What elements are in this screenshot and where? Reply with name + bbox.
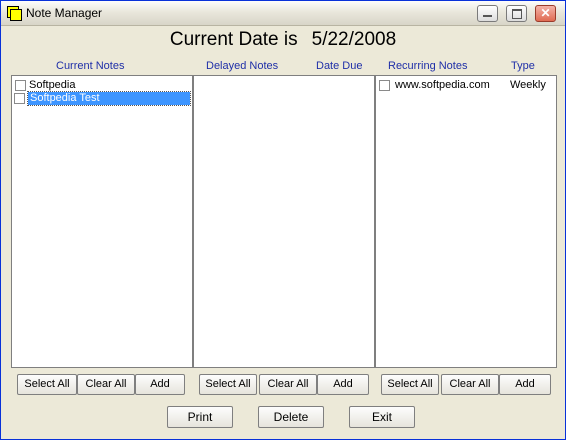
delayed-add-button[interactable]: Add <box>317 374 369 395</box>
recurring-checkbox[interactable] <box>379 80 390 91</box>
current-date-value: 5/22/2008 <box>311 29 397 50</box>
delayed-select-all-button[interactable]: Select All <box>199 374 257 395</box>
recurring-select-all-button[interactable]: Select All <box>381 374 439 395</box>
maximize-button[interactable] <box>506 5 527 22</box>
delayed-notes-list[interactable] <box>193 75 375 368</box>
list-item[interactable]: www.softpedia.com Weekly <box>378 79 554 92</box>
list-item-selected[interactable]: Softpedia Test <box>14 91 191 106</box>
list-item[interactable]: Softpedia <box>14 79 190 92</box>
delayed-notes-header: Delayed Notes <box>206 60 279 72</box>
notes-app-icon <box>7 6 22 21</box>
minimize-button[interactable] <box>477 5 498 22</box>
delete-button[interactable]: Delete <box>258 406 324 428</box>
date-due-header: Date Due <box>316 60 363 72</box>
recurring-notes-list[interactable]: www.softpedia.com Weekly <box>375 75 557 368</box>
current-date-label: Current Date is <box>169 29 298 50</box>
recurring-clear-all-button[interactable]: Clear All <box>441 374 499 395</box>
note-checkbox[interactable] <box>15 80 26 91</box>
recurring-add-button[interactable]: Add <box>499 374 551 395</box>
current-notes-header: Current Notes <box>56 60 125 72</box>
current-notes-list[interactable]: Softpedia Softpedia Test <box>11 75 193 368</box>
note-manager-window: Note Manager ✕ Current Date is 5/22/2008 … <box>0 0 566 440</box>
recurring-notes-header: Recurring Notes <box>388 60 468 72</box>
current-add-button[interactable]: Add <box>135 374 185 395</box>
note-checkbox[interactable] <box>14 93 25 104</box>
close-icon: ✕ <box>540 6 551 20</box>
current-select-all-button[interactable]: Select All <box>17 374 77 395</box>
delayed-clear-all-button[interactable]: Clear All <box>259 374 317 395</box>
minimize-icon <box>483 15 492 17</box>
recurring-note-label: www.softpedia.com <box>395 79 490 91</box>
window-title: Note Manager <box>26 6 103 20</box>
current-clear-all-button[interactable]: Clear All <box>77 374 135 395</box>
current-date-header: Current Date is 5/22/2008 <box>1 29 565 51</box>
exit-button[interactable]: Exit <box>349 406 415 428</box>
print-button[interactable]: Print <box>167 406 233 428</box>
maximize-icon <box>512 9 522 19</box>
note-label: Softpedia <box>29 79 76 91</box>
title-bar[interactable]: Note Manager ✕ <box>1 1 565 26</box>
close-button[interactable]: ✕ <box>535 5 556 22</box>
type-header: Type <box>511 60 535 72</box>
recurring-note-type: Weekly <box>510 79 546 91</box>
note-label: Softpedia Test <box>30 92 100 104</box>
